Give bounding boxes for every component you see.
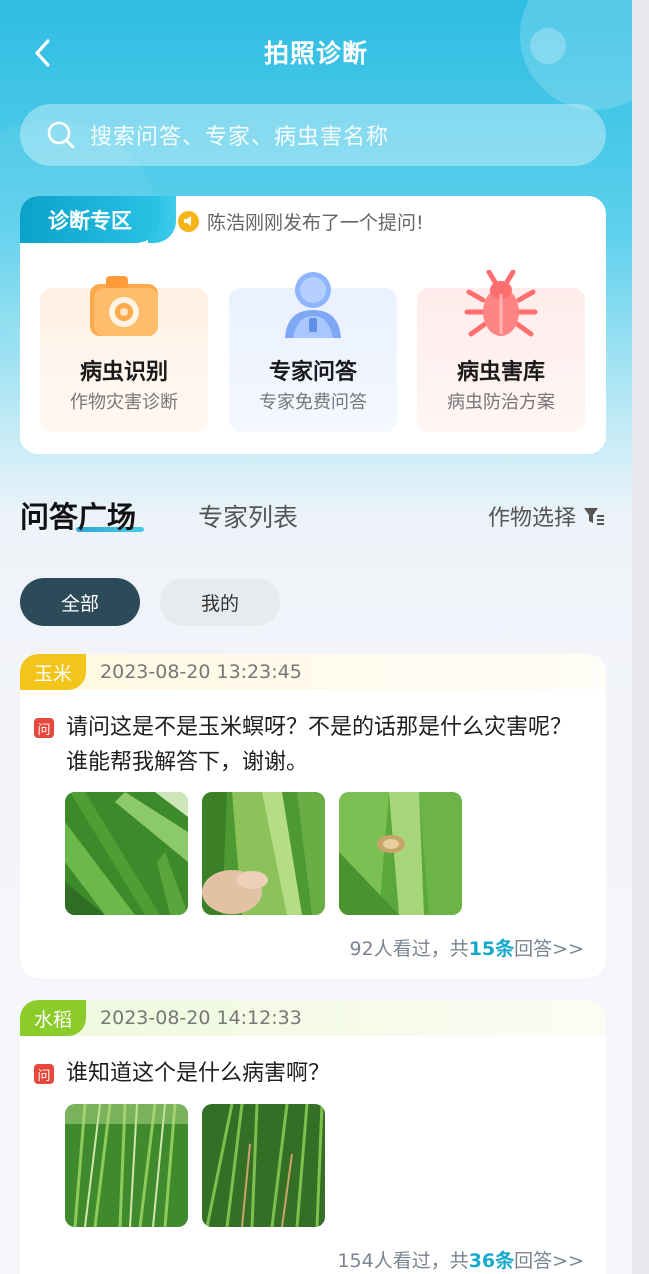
question-card[interactable]: 玉米 2023-08-20 13:23:45 问 请问这是不是玉米螟呀？不是的话… bbox=[20, 654, 606, 978]
question-photo[interactable] bbox=[202, 792, 325, 915]
feature-subtitle: 专家免费问答 bbox=[259, 392, 367, 413]
page-title: 拍照诊断 bbox=[263, 39, 368, 68]
question-photo[interactable] bbox=[202, 1104, 325, 1227]
feature-pest-library[interactable]: 病虫害库 病虫防治方案 bbox=[417, 270, 585, 432]
answer-count: 36条 bbox=[468, 1250, 515, 1272]
question-text: 请问这是不是玉米螟呀？不是的话那是什么灾害呢？谁能帮我解答下，谢谢。 bbox=[66, 715, 573, 775]
feature-pest-identify[interactable]: 病虫识别 作物灾害诊断 bbox=[40, 276, 208, 432]
crop-select-label: 作物选择 bbox=[487, 506, 576, 531]
tab-expert-list[interactable]: 专家列表 bbox=[198, 498, 298, 534]
camera-icon bbox=[90, 276, 158, 336]
feature-subtitle: 病虫防治方案 bbox=[447, 392, 555, 413]
tab-qa-square[interactable]: 问答广场 bbox=[20, 494, 136, 536]
question-stats[interactable]: 154人看过，共36条回答>> bbox=[337, 1246, 584, 1273]
speaker-icon bbox=[178, 210, 199, 232]
answer-count: 15条 bbox=[468, 938, 515, 960]
question-photo[interactable] bbox=[65, 1104, 188, 1227]
search-bar[interactable]: 搜索问答、专家、病虫害名称 bbox=[20, 104, 606, 166]
question-time: 2023-08-20 14:12:33 bbox=[100, 1007, 302, 1029]
header: 拍照诊断 bbox=[0, 0, 632, 104]
feature-title: 病虫害库 bbox=[456, 360, 545, 385]
views-text: 154人看过，共 bbox=[337, 1250, 469, 1272]
filter-icon bbox=[584, 508, 604, 525]
views-text: 92人看过，共 bbox=[349, 938, 469, 960]
feature-expert-qa[interactable]: 专家问答 专家免费问答 bbox=[229, 272, 397, 432]
crop-tag: 水稻 bbox=[20, 1000, 87, 1036]
filter-all-button[interactable]: 全部 bbox=[20, 578, 140, 626]
feature-title: 病虫识别 bbox=[79, 360, 168, 385]
window-edge bbox=[632, 0, 649, 1274]
question-card[interactable]: 水稻 2023-08-20 14:12:33 问 谁知道这个是什么病害啊？ 15… bbox=[20, 1000, 606, 1274]
feature-subtitle: 作物灾害诊断 bbox=[70, 392, 178, 413]
search-icon bbox=[47, 121, 75, 149]
diagnosis-card: 诊断专区 陈浩刚刚发布了一个提问! 病虫识别 作物灾害诊断 专家问答 专家免费问… bbox=[20, 196, 606, 454]
notice-text: 陈浩刚刚发布了一个提问! bbox=[207, 211, 424, 234]
crop-select-button[interactable]: 作物选择 bbox=[488, 500, 606, 532]
notice[interactable]: 陈浩刚刚发布了一个提问! bbox=[178, 208, 424, 234]
question-text: 谁知道这个是什么病害啊？ bbox=[66, 1061, 331, 1086]
tabs-row: 问答广场 专家列表 作物选择 bbox=[20, 494, 606, 544]
feature-title: 专家问答 bbox=[268, 360, 357, 385]
crop-tag: 玉米 bbox=[20, 654, 87, 690]
question-badge: 问 bbox=[34, 1064, 54, 1084]
diagnosis-tab: 诊断专区 bbox=[20, 196, 160, 243]
question-header: 水稻 2023-08-20 14:12:33 bbox=[20, 1000, 606, 1036]
bug-icon bbox=[464, 270, 538, 337]
question-photo[interactable] bbox=[339, 792, 462, 915]
question-photo[interactable] bbox=[65, 792, 188, 915]
answers-link: 回答>> bbox=[514, 938, 584, 960]
search-placeholder: 搜索问答、专家、病虫害名称 bbox=[90, 125, 390, 150]
answers-link: 回答>> bbox=[514, 1250, 584, 1272]
expert-icon bbox=[285, 272, 341, 338]
page: 拍照诊断 搜索问答、专家、病虫害名称 诊断专区 陈浩刚刚发布了一个提问! 病虫识… bbox=[0, 0, 632, 1274]
filter-mine-button[interactable]: 我的 bbox=[160, 578, 280, 626]
question-header: 玉米 2023-08-20 13:23:45 bbox=[20, 654, 606, 690]
question-badge: 问 bbox=[34, 718, 54, 738]
question-stats[interactable]: 92人看过，共15条回答>> bbox=[350, 934, 584, 961]
question-time: 2023-08-20 13:23:45 bbox=[100, 661, 302, 683]
